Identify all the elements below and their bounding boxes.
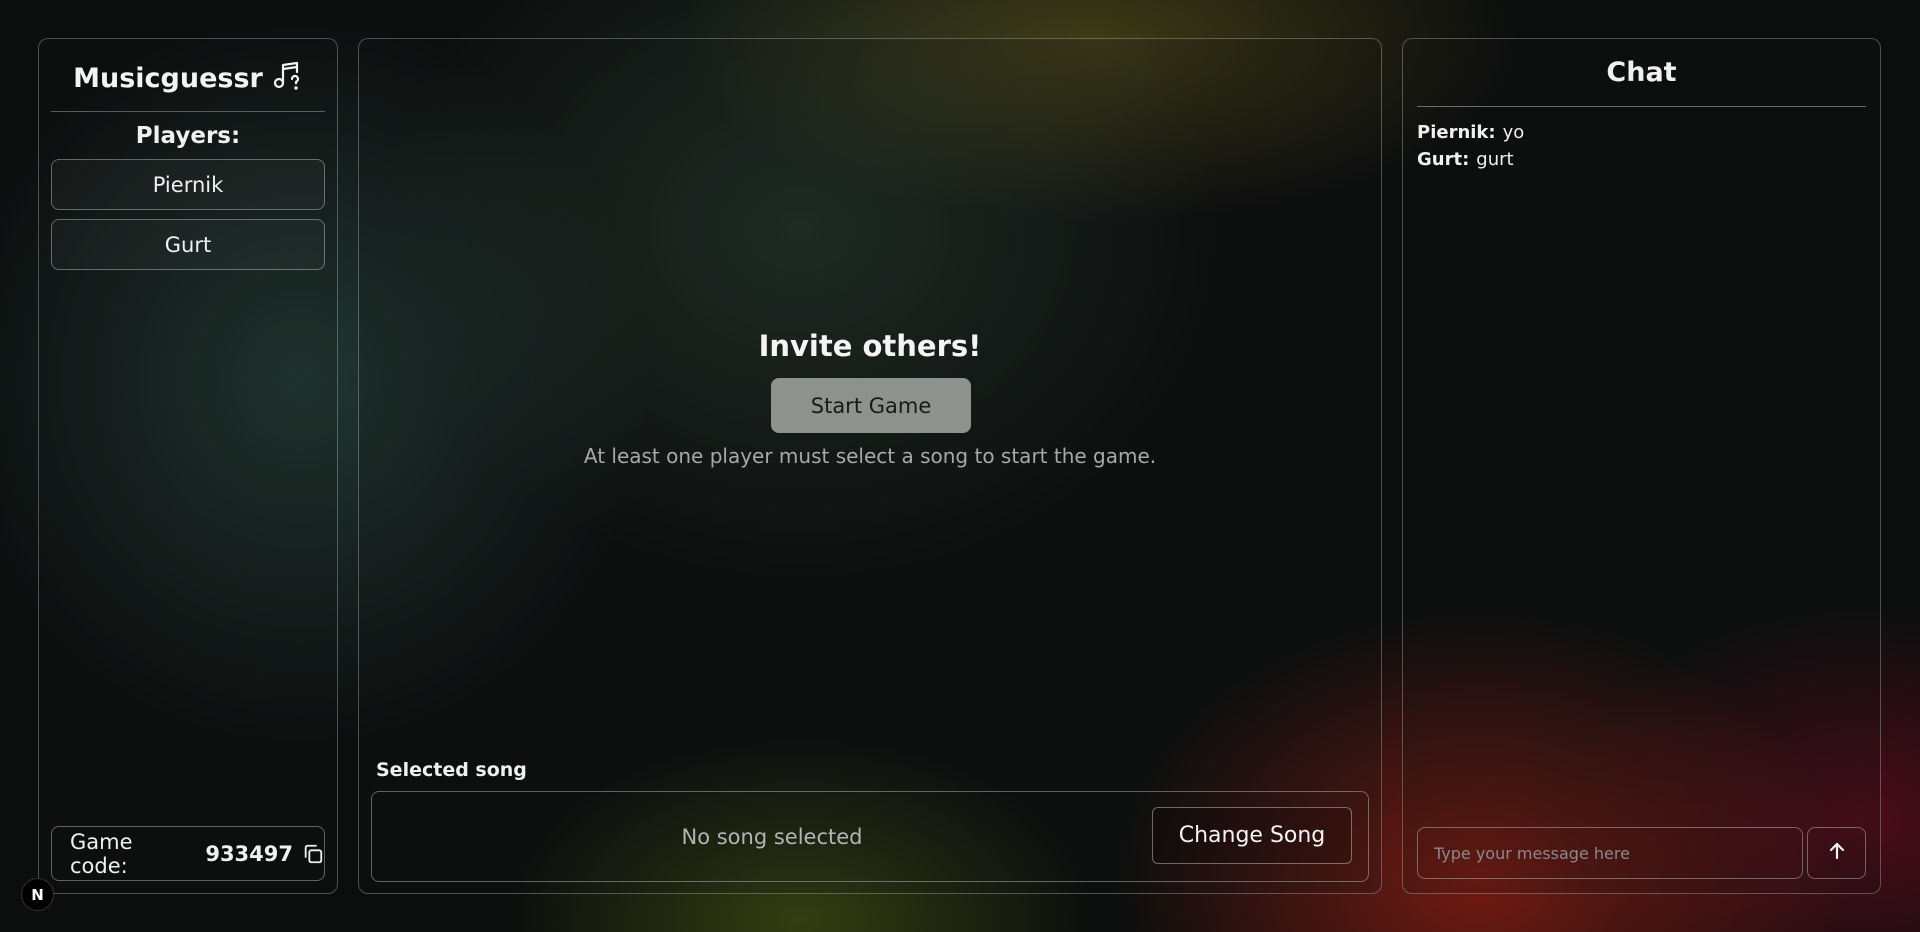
game-panel: Invite others! Start Game At least one p… bbox=[358, 38, 1382, 894]
game-code-value: 933497 bbox=[205, 841, 293, 866]
message-text: gurt bbox=[1476, 149, 1514, 170]
chat-message: Gurt: gurt bbox=[1417, 146, 1866, 173]
app-title-text: Musicguessr bbox=[73, 63, 263, 94]
message-text: yo bbox=[1502, 122, 1525, 143]
message-author: Piernik: bbox=[1417, 122, 1496, 143]
send-message-button[interactable] bbox=[1807, 827, 1866, 879]
chat-message: Piernik: yo bbox=[1417, 119, 1866, 146]
player-item: Piernik bbox=[51, 159, 325, 210]
selected-song-box: No song selected Change Song bbox=[371, 791, 1369, 882]
game-code-box: Game code: 933497 bbox=[51, 826, 325, 881]
chat-title: Chat bbox=[1606, 57, 1677, 88]
chat-divider bbox=[1417, 106, 1866, 107]
player-list: Piernik Gurt bbox=[51, 159, 325, 279]
change-song-button[interactable]: Change Song bbox=[1152, 807, 1352, 864]
players-panel: Musicguessr Players: Piernik Gurt Game c… bbox=[38, 38, 338, 894]
message-author: Gurt: bbox=[1417, 149, 1470, 170]
chat-messages: Piernik: yo Gurt: gurt bbox=[1417, 119, 1866, 173]
chat-panel: Chat Piernik: yo Gurt: gurt bbox=[1402, 38, 1881, 894]
title-divider bbox=[51, 111, 325, 112]
music-note-question-icon bbox=[271, 59, 303, 98]
chat-message-input[interactable] bbox=[1417, 827, 1803, 879]
arrow-up-icon bbox=[1827, 841, 1847, 865]
invite-heading: Invite others! bbox=[758, 329, 982, 363]
players-heading: Players: bbox=[135, 123, 241, 149]
app-title: Musicguessr bbox=[39, 59, 337, 98]
selected-song-label: Selected song bbox=[376, 759, 527, 781]
dev-tools-badge[interactable]: N bbox=[21, 878, 54, 911]
copy-icon[interactable] bbox=[302, 843, 324, 865]
song-status-text: No song selected bbox=[681, 824, 863, 849]
start-hint-text: At least one player must select a song t… bbox=[583, 444, 1157, 468]
game-code-label: Game code: bbox=[70, 829, 133, 878]
start-game-button[interactable]: Start Game bbox=[771, 378, 971, 433]
player-item: Gurt bbox=[51, 219, 325, 270]
